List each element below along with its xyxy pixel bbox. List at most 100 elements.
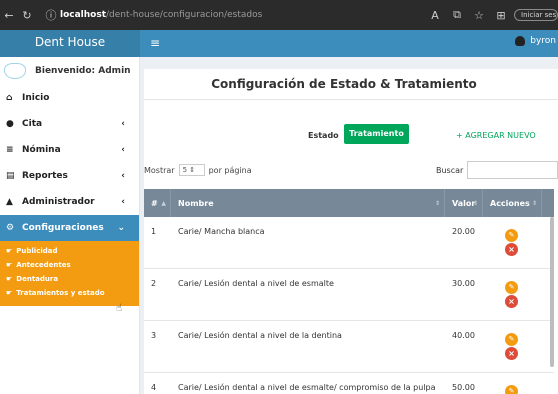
search-label: Buscar: [436, 166, 464, 175]
sort-asc-icon: ▲: [161, 199, 166, 207]
column-header-num[interactable]: # ▲: [144, 189, 171, 217]
submenu-label: Antecedentes: [16, 261, 71, 269]
cell-nombre: Carie/ Lesión dental a nivel de esmalte: [178, 279, 334, 288]
cell-num: 3: [151, 331, 157, 340]
submenu-label: Tratamientos y estado: [16, 289, 105, 297]
mouse-cursor-icon: ☝: [116, 303, 123, 314]
cell-acciones: ✎ ×: [483, 217, 542, 268]
table-scrollbar[interactable]: [550, 217, 554, 367]
sidebar-item-reportes[interactable]: ▤ Reportes ‹: [0, 163, 139, 189]
por-pagina-label: por página: [208, 165, 252, 175]
tab-estado[interactable]: Estado: [308, 131, 339, 140]
page-size-value: 5: [182, 166, 188, 174]
cell-num: 1: [151, 227, 157, 236]
chevron-down-icon: ⌄: [117, 223, 125, 233]
sidebar-item-label: Reportes: [22, 171, 68, 181]
chevron-left-icon: ‹: [121, 145, 125, 155]
sidebar-item-nomina[interactable]: ≡ Nómina ‹: [0, 137, 139, 163]
submenu-item-tratamientos[interactable]: ☛ Tratamientos y estado: [0, 286, 139, 300]
hand-pointer-icon: ☛: [6, 275, 13, 283]
sidebar-item-label: Inicio: [22, 93, 50, 103]
info-icon: ⓘ: [45, 9, 57, 22]
submenu-item-antecedentes[interactable]: ☛ Antecedentes: [0, 258, 139, 272]
delete-icon[interactable]: ×: [505, 243, 518, 256]
table-row: 1 Carie/ Mancha blanca 20.00 ✎ ×: [144, 217, 554, 269]
submenu-item-dentadura[interactable]: ☛ Dentadura: [0, 272, 139, 286]
brand-logo[interactable]: Dent House: [0, 30, 140, 57]
cell-valor: 30.00: [452, 279, 475, 288]
plus-icon: +: [456, 131, 463, 140]
edit-icon[interactable]: ✎: [505, 281, 518, 294]
hand-pointer-icon: ☛: [6, 289, 13, 297]
user-icon: [515, 36, 526, 46]
top-navbar: Dent House ≡ byron: [0, 30, 558, 57]
cell-nombre: Carie/ Mancha blanca: [178, 227, 265, 236]
tab-tratamiento[interactable]: Tratamiento: [344, 124, 409, 144]
edit-icon[interactable]: ✎: [505, 333, 518, 346]
signin-button[interactable]: Iniciar sesión: [514, 9, 558, 21]
browser-toolbar: ← ↻ ⓘ localhost /dent-house/configuracio…: [0, 0, 558, 30]
column-header-acciones[interactable]: Acciones ⇕: [483, 189, 542, 217]
reload-icon[interactable]: ↻: [18, 9, 36, 22]
cell-valor: 40.00: [452, 331, 475, 340]
config-panel: Configuración de Estado & Tratamiento Es…: [144, 69, 558, 394]
add-new-label: AGREGAR NUEVO: [465, 131, 536, 140]
mostrar-label: Mostrar: [144, 165, 175, 175]
delete-icon[interactable]: ×: [505, 347, 518, 360]
sidebar: Bienvenido: Admin ⌂ Inicio ● Cita ‹ ≡ Nó…: [0, 57, 140, 394]
sidebar-item-administrador[interactable]: ▲ Administrador ‹: [0, 189, 139, 215]
read-aloud-icon[interactable]: A: [426, 9, 444, 22]
column-label: Valor: [452, 198, 476, 208]
sidebar-item-cita[interactable]: ● Cita ‹: [0, 111, 139, 137]
cell-num: 2: [151, 279, 157, 288]
column-label: #: [151, 198, 158, 208]
user-menu[interactable]: byron: [515, 36, 556, 46]
chevron-left-icon: ‹: [121, 171, 125, 181]
cell-nombre: Carie/ Lesión dental a nivel de la denti…: [178, 331, 342, 340]
select-arrows-icon: ⇕: [189, 166, 196, 174]
cogs-icon: ⚙: [6, 223, 15, 233]
welcome-text: Bienvenido: Admin: [35, 66, 131, 76]
clock-icon: ●: [6, 119, 14, 129]
collections-icon[interactable]: ⊞: [492, 9, 510, 22]
cell-acciones: ✎: [483, 373, 542, 394]
table-row: 2 Carie/ Lesión dental a nivel de esmalt…: [144, 269, 554, 321]
back-arrow-icon[interactable]: ←: [0, 9, 18, 22]
config-submenu: ☛ Publicidad ☛ Antecedentes ☛ Dentadura …: [0, 241, 139, 306]
submenu-item-publicidad[interactable]: ☛ Publicidad: [0, 244, 139, 258]
welcome-panel: Bienvenido: Admin: [0, 57, 139, 85]
page-size-select[interactable]: 5 ⇕: [178, 164, 205, 176]
table-row: 3 Carie/ Lesión dental a nivel de la den…: [144, 321, 554, 373]
search-input[interactable]: [467, 161, 558, 179]
cell-num: 4: [151, 383, 157, 392]
sidebar-item-label: Configuraciones: [22, 223, 104, 233]
favorites-icon[interactable]: ☆: [470, 9, 488, 22]
address-bar[interactable]: ⓘ localhost /dent-house/configuracion/es…: [42, 5, 263, 25]
url-host: localhost: [60, 10, 107, 20]
column-header-valor[interactable]: Valor ⇕: [445, 189, 483, 217]
list-icon: ≡: [6, 145, 14, 155]
cell-valor: 20.00: [452, 227, 475, 236]
sidebar-item-inicio[interactable]: ⌂ Inicio: [0, 85, 139, 111]
menu-toggle-icon[interactable]: ≡: [150, 36, 160, 50]
delete-icon[interactable]: ×: [505, 295, 518, 308]
divider: [144, 99, 558, 100]
sort-icon: ⇕: [434, 199, 440, 207]
file-icon: ▤: [6, 171, 15, 181]
column-label: Acciones: [490, 198, 530, 208]
user-name: byron: [530, 36, 556, 46]
cell-nombre: Carie/ Lesión dental a nivel de esmalte/…: [178, 383, 436, 392]
hand-pointer-icon: ☛: [6, 261, 13, 269]
main-content: Configuración de Estado & Tratamiento Es…: [140, 57, 558, 394]
edit-icon[interactable]: ✎: [505, 229, 518, 242]
edit-icon[interactable]: ✎: [505, 385, 518, 394]
cell-valor: 50.00: [452, 383, 475, 392]
url-path: /dent-house/configuracion/estados: [106, 10, 263, 20]
chevron-left-icon: ‹: [121, 119, 125, 129]
column-header-nombre[interactable]: Nombre ⇕: [171, 189, 445, 217]
cell-acciones: ✎ ×: [483, 269, 542, 320]
add-new-button[interactable]: + AGREGAR NUEVO: [456, 131, 536, 140]
tab-icon[interactable]: ⧉: [448, 8, 466, 22]
sidebar-item-label: Cita: [22, 119, 43, 129]
sidebar-item-configuraciones[interactable]: ⚙ Configuraciones ⌄: [0, 215, 139, 241]
